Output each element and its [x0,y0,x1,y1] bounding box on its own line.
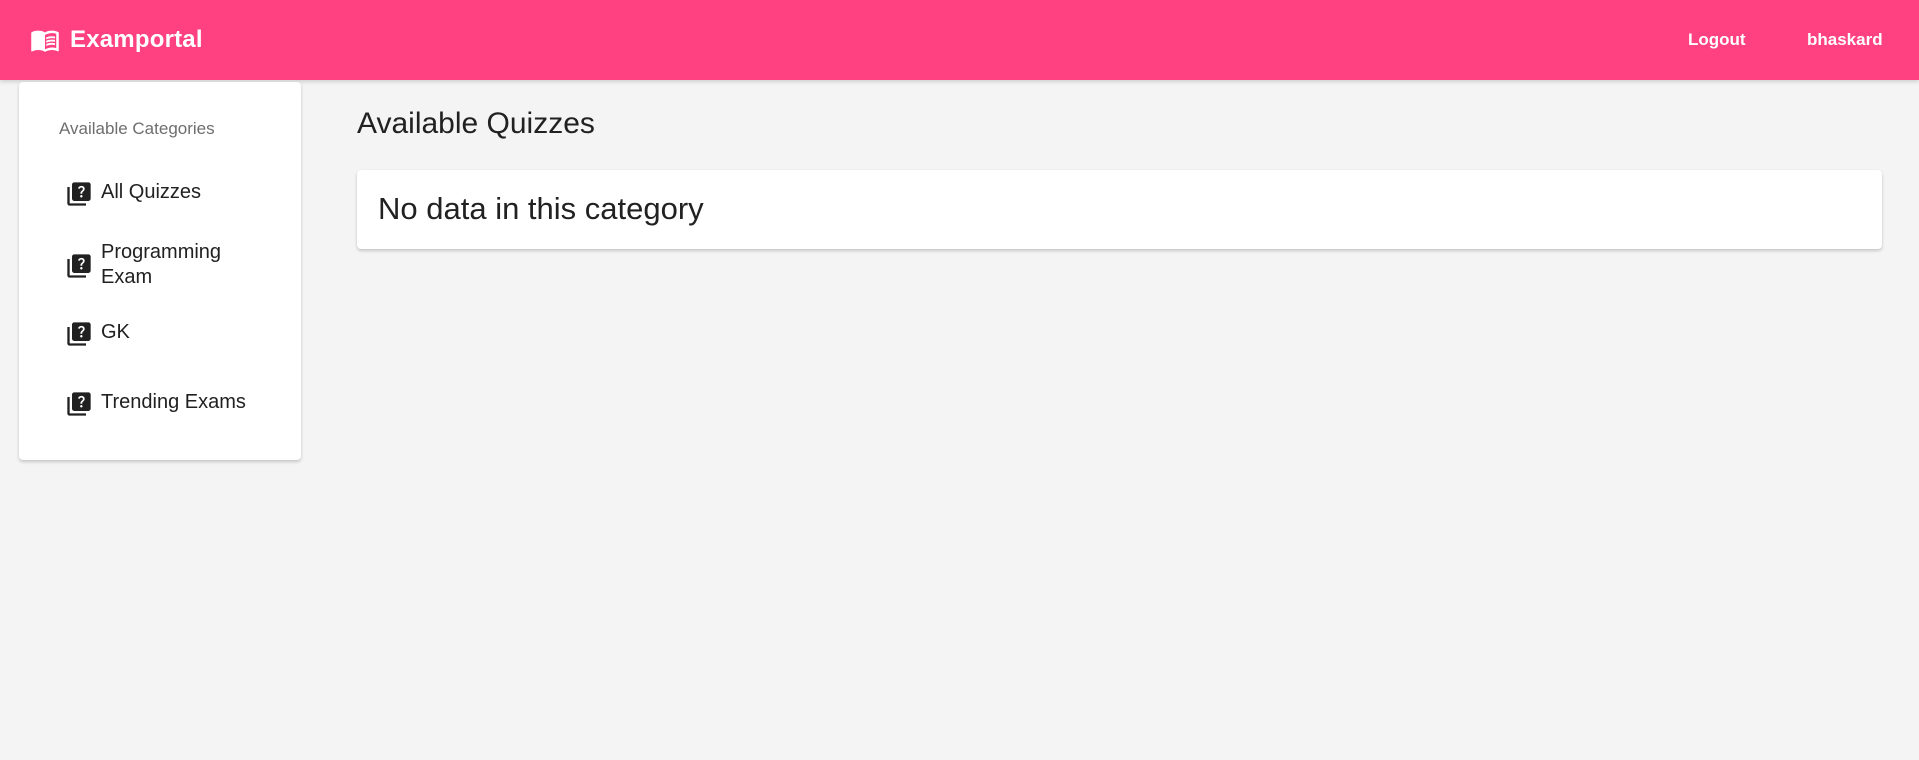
sidebar-item-all-quizzes[interactable]: All Quizzes [65,180,285,208]
quiz-icon [67,322,91,346]
top-navbar: Examportal Logout bhaskard [0,0,1919,80]
sidebar-item-label: All Quizzes [101,181,202,203]
sidebar-title: Available Categories [59,119,215,138]
quiz-icon [67,254,91,278]
quiz-icon [67,182,91,206]
page-title: Available Quizzes [357,107,595,140]
sidebar-item-gk[interactable]: GK [65,320,285,348]
app-name: Examportal [70,26,203,53]
categories-sidebar: Available Categories All Quizzes Program… [19,82,301,460]
user-profile-button[interactable]: bhaskard [1793,0,1897,80]
empty-state-message: No data in this category [378,191,704,226]
sidebar-item-label: GK [101,321,130,343]
logout-button[interactable]: Logout [1674,0,1760,80]
sidebar-item-programming-exam[interactable]: Programming Exam [65,240,285,290]
sidebar-item-label: Trending Exams [101,391,246,413]
sidebar-item-trending-exams[interactable]: Trending Exams [65,390,285,418]
quiz-icon [67,392,91,416]
brand-link[interactable]: Examportal [30,0,203,80]
open-book-icon [31,30,59,52]
sidebar-item-label: Programming Exam [101,241,222,288]
empty-state-card: No data in this category [357,170,1882,249]
